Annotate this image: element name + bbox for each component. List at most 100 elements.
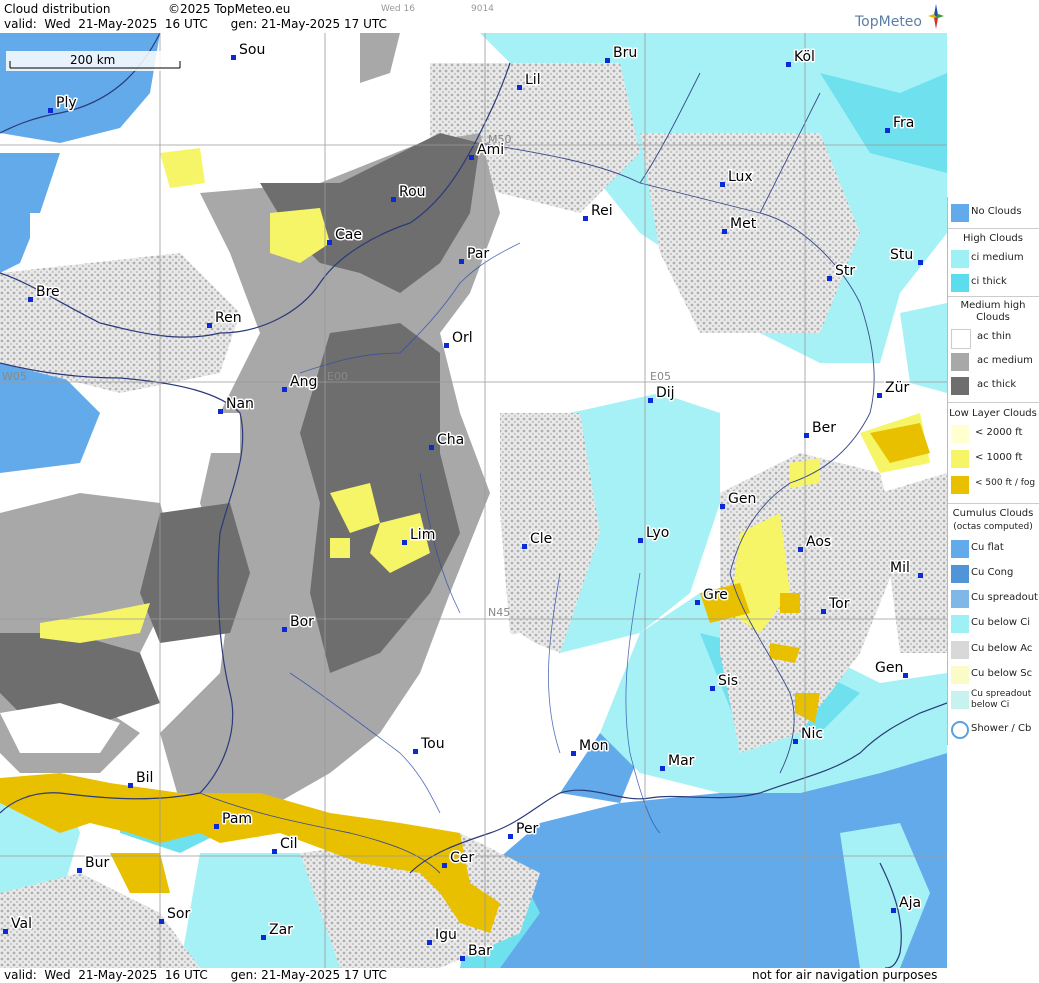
city-label: Ply	[56, 95, 77, 111]
city-label: Bar	[468, 943, 492, 959]
city-label: Stu	[890, 247, 913, 263]
city-label: Dij	[656, 385, 675, 401]
ci-medium-swatch	[951, 250, 969, 268]
city-label: Cha	[437, 432, 464, 448]
city-label: Igu	[435, 927, 457, 943]
legend-ci-thick: ci thick	[949, 271, 1039, 295]
city-label: Str	[835, 263, 855, 279]
ac-medium-swatch	[951, 353, 969, 371]
cu-below-sc-swatch	[951, 666, 969, 684]
city-marker	[77, 868, 82, 873]
legend-label: Cu below Sc	[971, 668, 1033, 679]
city-marker	[28, 297, 33, 302]
city-marker	[3, 929, 8, 934]
no-clouds-swatch	[951, 204, 969, 222]
city-marker	[128, 783, 133, 788]
city-label: Sou	[239, 42, 265, 58]
city-marker	[402, 540, 407, 545]
lon-label-w05: W05	[2, 370, 27, 383]
city-marker	[793, 739, 798, 744]
legend-label: < 2000 ft	[975, 427, 1023, 438]
city-marker	[638, 538, 643, 543]
copyright: ©2025 TopMeteo.eu	[168, 2, 291, 16]
city-marker	[918, 573, 923, 578]
lon-label-e05: E05	[650, 370, 671, 383]
legend-shower-cb: Shower / Cb	[949, 718, 1039, 742]
legend-low-500: < 500 ft / fog	[949, 473, 1039, 497]
cu-spreadout-below-ci-swatch	[951, 691, 969, 709]
city-label: Mon	[579, 738, 609, 754]
valid-line-bottom: valid: Wed 21-May-2025 16 UTC gen: 21-Ma…	[4, 968, 387, 982]
city-label: Rou	[399, 184, 426, 200]
shower-cb-swatch	[951, 721, 969, 739]
city-marker	[660, 766, 665, 771]
map-title: Cloud distribution	[4, 2, 111, 16]
cloud-map: M50 E00 E05 W05 N45 200 km Sou Bru KölLilP…	[0, 33, 947, 968]
city-marker	[459, 259, 464, 264]
city-marker	[522, 544, 527, 549]
city-label: Köl	[794, 49, 815, 65]
low-500-swatch	[951, 476, 969, 494]
city-marker	[442, 863, 447, 868]
city-label: Aos	[806, 534, 831, 550]
city-label: Nic	[801, 726, 823, 742]
legend: No Clouds High Clouds ci medium ci thick…	[947, 197, 1039, 745]
legend-label: No Clouds	[971, 206, 1022, 217]
city-label: Lux	[728, 169, 753, 185]
legend-section-cumulus: Cumulus Clouds	[952, 508, 1034, 519]
legend-ac-thick: ac thick	[949, 374, 1039, 398]
city-marker	[885, 128, 890, 133]
city-label: Par	[467, 246, 489, 262]
city-label: Ren	[215, 310, 242, 326]
cu-flat-swatch	[951, 540, 969, 558]
city-marker	[583, 216, 588, 221]
city-label: Sor	[167, 906, 190, 922]
city-marker	[159, 919, 164, 924]
city-label: Ami	[477, 142, 504, 158]
city-marker	[261, 935, 266, 940]
legend-label: Shower / Cb	[971, 723, 1032, 734]
city-label: Tou	[420, 736, 445, 752]
city-marker	[391, 197, 396, 202]
city-label: Ang	[290, 374, 317, 390]
legend-ci-medium: ci medium	[949, 247, 1039, 271]
city-label: Aja	[899, 895, 921, 911]
legend-separator	[948, 402, 1039, 403]
legend-no-clouds: No Clouds	[949, 201, 1039, 225]
legend-section-high: High Clouds	[963, 233, 1023, 244]
city-label: Cle	[530, 531, 552, 547]
city-label: Lil	[525, 72, 541, 88]
legend-cu-below-ac: Cu below Ac	[949, 638, 1039, 662]
ac-thick-swatch	[951, 377, 969, 395]
city-marker	[469, 155, 474, 160]
legend-low-2000: < 2000 ft	[949, 422, 1039, 446]
legend-separator	[948, 503, 1039, 504]
legend-cu-spreadout: Cu spreadout	[949, 587, 1039, 611]
city-label: Gre	[703, 587, 728, 603]
legend-label: ci thick	[971, 276, 1007, 287]
city-marker	[48, 108, 53, 113]
code-label: 9014	[471, 4, 494, 14]
disclaimer: not for air navigation purposes	[752, 968, 938, 982]
legend-label: Cu spreadout below Ci	[971, 689, 1032, 710]
city-label: Zür	[885, 380, 909, 396]
legend-cu-below-ci: Cu below Ci	[949, 612, 1039, 636]
city-label: Mil	[890, 560, 910, 576]
city-label: Bur	[85, 855, 109, 871]
logo-text: TopMeteo	[855, 14, 922, 30]
city-marker	[720, 504, 725, 509]
city-label: Fra	[893, 115, 914, 131]
city-label: Val	[11, 916, 32, 932]
city-marker	[207, 323, 212, 328]
city-label: Pam	[222, 811, 252, 827]
city-marker	[605, 58, 610, 63]
city-label: Rei	[591, 203, 613, 219]
city-marker	[429, 445, 434, 450]
city-marker	[282, 387, 287, 392]
city-label: Cae	[335, 227, 362, 243]
city-label: Per	[516, 821, 539, 837]
legend-cu-spreadout-below-ci: Cu spreadout below Ci	[949, 688, 1039, 716]
city-marker	[804, 433, 809, 438]
city-marker	[517, 85, 522, 90]
city-label: Lim	[410, 527, 435, 543]
